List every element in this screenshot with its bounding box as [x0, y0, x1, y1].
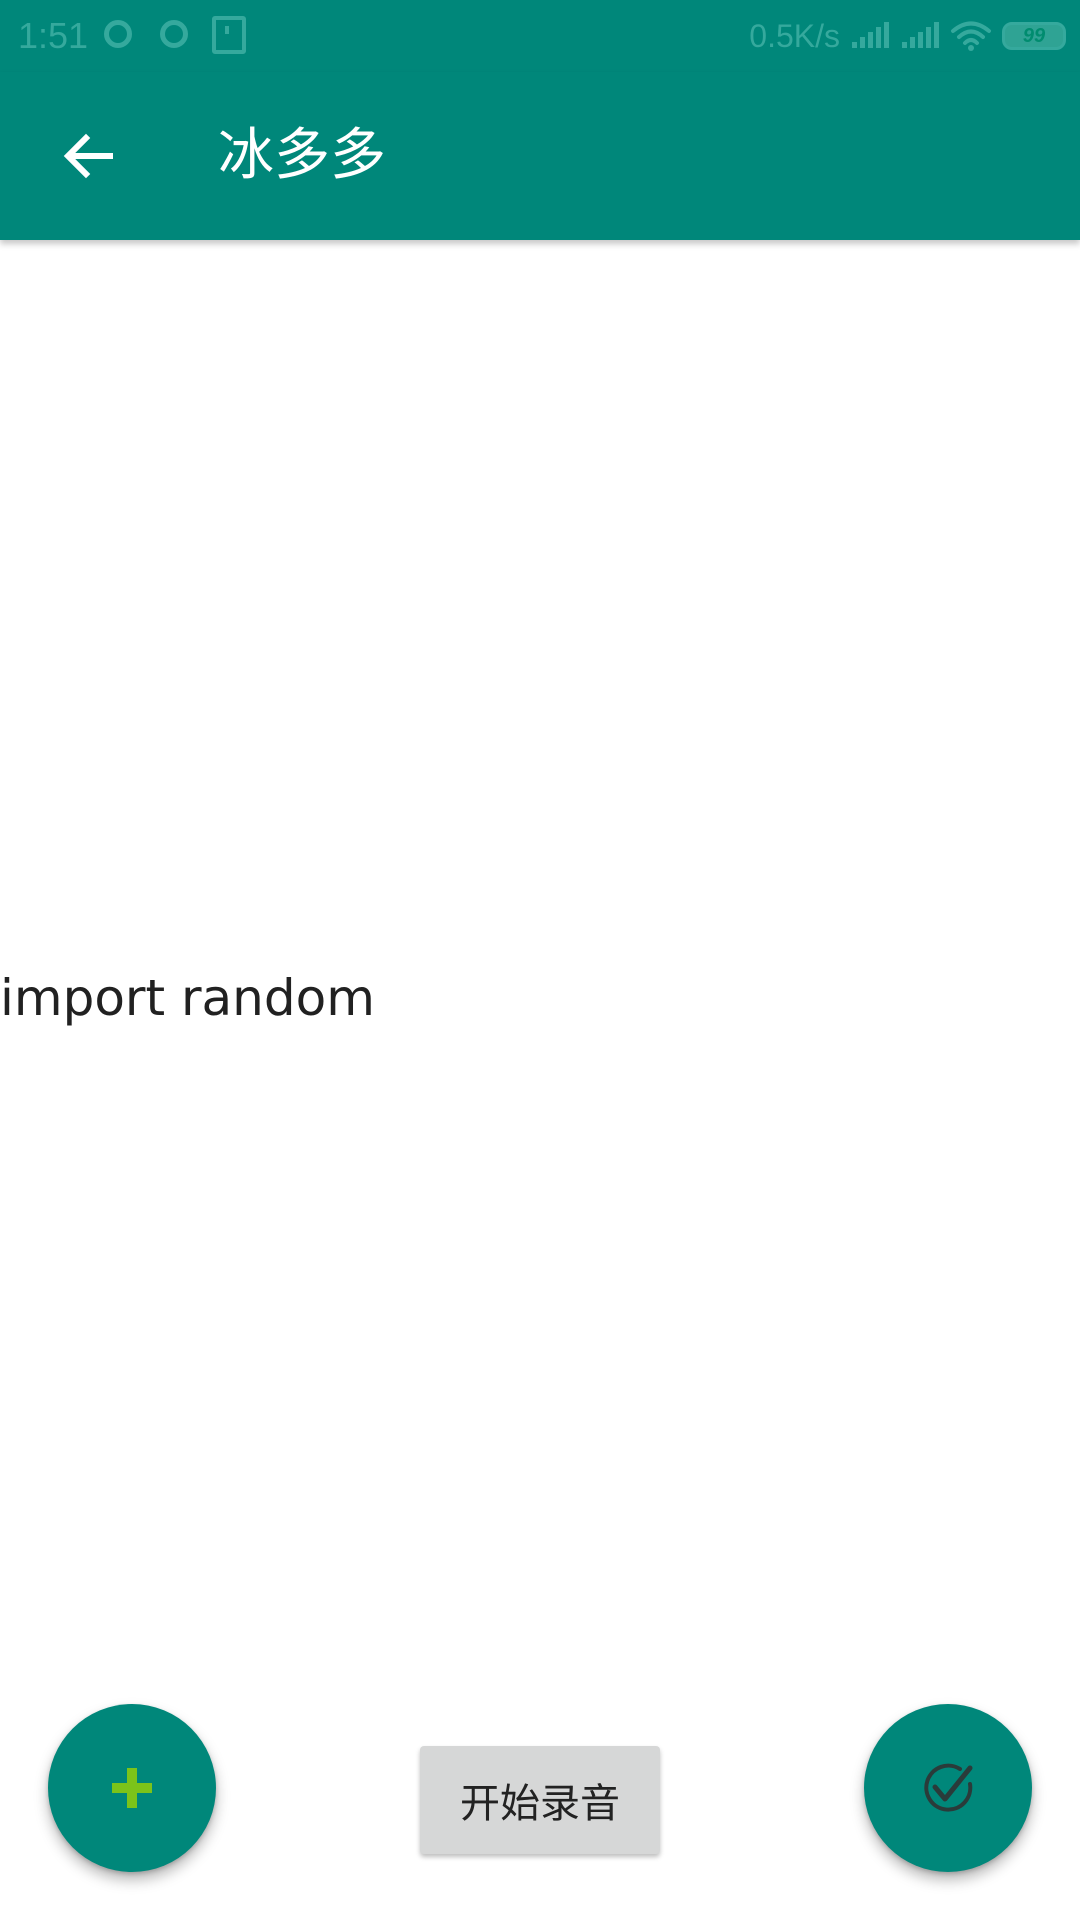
code-text: import random: [0, 969, 375, 1027]
network-speed: 0.5K/s: [749, 18, 840, 54]
signal-icon: [852, 22, 889, 48]
confirm-button[interactable]: [864, 1704, 1032, 1872]
start-recording-button[interactable]: 开始录音: [420, 1746, 660, 1854]
check-circle-icon: [924, 1763, 973, 1812]
wifi-icon: [951, 21, 991, 51]
arrow-left-icon: [63, 133, 113, 179]
plus-icon: [112, 1768, 152, 1808]
signal-icon: [902, 22, 939, 48]
page-title: 冰多多: [218, 123, 386, 188]
app-bar: 冰多多: [0, 72, 1080, 240]
status-indicators: 0.5K/s 99: [749, 14, 1066, 58]
sim-card-icon: [212, 16, 246, 54]
battery-level: 99: [1022, 25, 1046, 47]
notification-circle-icon: [160, 20, 188, 48]
status-bar: 1:51 0.5K/s 99: [0, 0, 1080, 72]
battery-icon: 99: [1002, 22, 1066, 50]
back-button[interactable]: [40, 108, 136, 204]
add-button[interactable]: [48, 1704, 216, 1872]
status-time: 1:51: [18, 15, 89, 56]
screen: 1:51 0.5K/s 99 冰多多 import random 开始录音: [0, 0, 1080, 1920]
notification-circle-icon: [104, 20, 132, 48]
